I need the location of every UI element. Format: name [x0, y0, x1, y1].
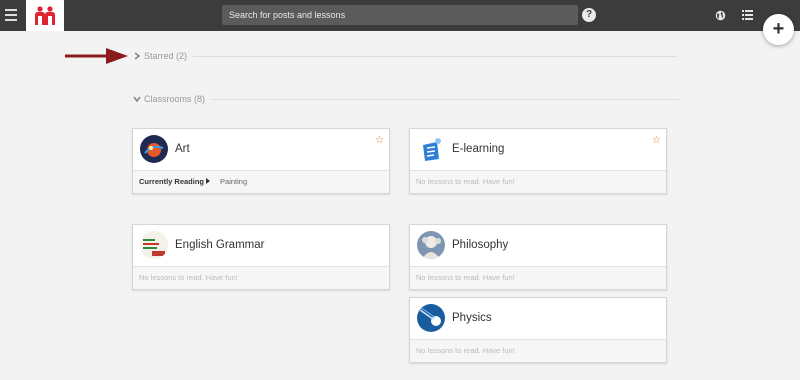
empty-message: No lessons to read. Have fun!: [416, 177, 515, 186]
card-footer: Currently Reading Painting: [133, 171, 389, 193]
physics-avatar: [417, 304, 445, 332]
card-title: English Grammar: [175, 239, 265, 251]
card-title: Art: [175, 143, 190, 155]
help-icon[interactable]: ?: [582, 8, 596, 22]
annotation-arrow-icon: [65, 48, 128, 64]
caret-right-icon: [206, 178, 211, 184]
card-footer: No lessons to read. Have fun!: [133, 267, 389, 289]
empty-message: No lessons to read. Have fun!: [416, 346, 515, 355]
hamburger-icon[interactable]: [5, 9, 17, 21]
currently-reading-label: Currently Reading: [139, 177, 205, 186]
e-learning-avatar: [417, 135, 445, 163]
card-footer: No lessons to read. Have fun!: [410, 171, 666, 193]
top-bar: ?: [0, 0, 800, 31]
search-input[interactable]: [222, 5, 578, 25]
card-title: Physics: [452, 312, 492, 324]
chevron-right-icon: [134, 52, 141, 60]
brand-logo[interactable]: [26, 0, 64, 31]
divider: [211, 98, 680, 100]
classroom-card-art[interactable]: Art ☆ Currently Reading Painting: [132, 128, 390, 194]
logo-people-icon: [35, 6, 55, 25]
classroom-card-physics[interactable]: Physics No lessons to read. Have fun!: [409, 297, 667, 363]
card-title: E-learning: [452, 143, 505, 155]
list-icon[interactable]: [742, 10, 753, 20]
card-title: Philosophy: [452, 239, 509, 251]
starred-section-toggle[interactable]: Starred (2): [133, 51, 678, 61]
empty-message: No lessons to read. Have fun!: [139, 273, 238, 282]
classrooms-section-toggle[interactable]: Classrooms (8): [133, 94, 680, 104]
star-icon[interactable]: ☆: [375, 135, 384, 146]
add-button[interactable]: +: [763, 14, 794, 45]
divider: [193, 55, 678, 57]
classroom-card-english-grammar[interactable]: English Grammar No lessons to read. Have…: [132, 224, 390, 290]
current-lesson[interactable]: Painting: [220, 177, 247, 186]
art-avatar: [140, 135, 168, 163]
card-footer: No lessons to read. Have fun!: [410, 340, 666, 362]
philosophy-avatar: [417, 231, 445, 259]
star-icon[interactable]: ☆: [652, 135, 661, 146]
card-footer: No lessons to read. Have fun!: [410, 267, 666, 289]
english-grammar-avatar: [140, 231, 168, 259]
classroom-card-philosophy[interactable]: Philosophy No lessons to read. Have fun!: [409, 224, 667, 290]
starred-label: Starred (2): [144, 51, 188, 61]
classrooms-label: Classrooms (8): [144, 94, 206, 104]
classroom-card-e-learning[interactable]: E-learning ☆ No lessons to read. Have fu…: [409, 128, 667, 194]
chevron-down-icon: [133, 96, 141, 103]
empty-message: No lessons to read. Have fun!: [416, 273, 515, 282]
globe-icon[interactable]: [715, 10, 726, 21]
